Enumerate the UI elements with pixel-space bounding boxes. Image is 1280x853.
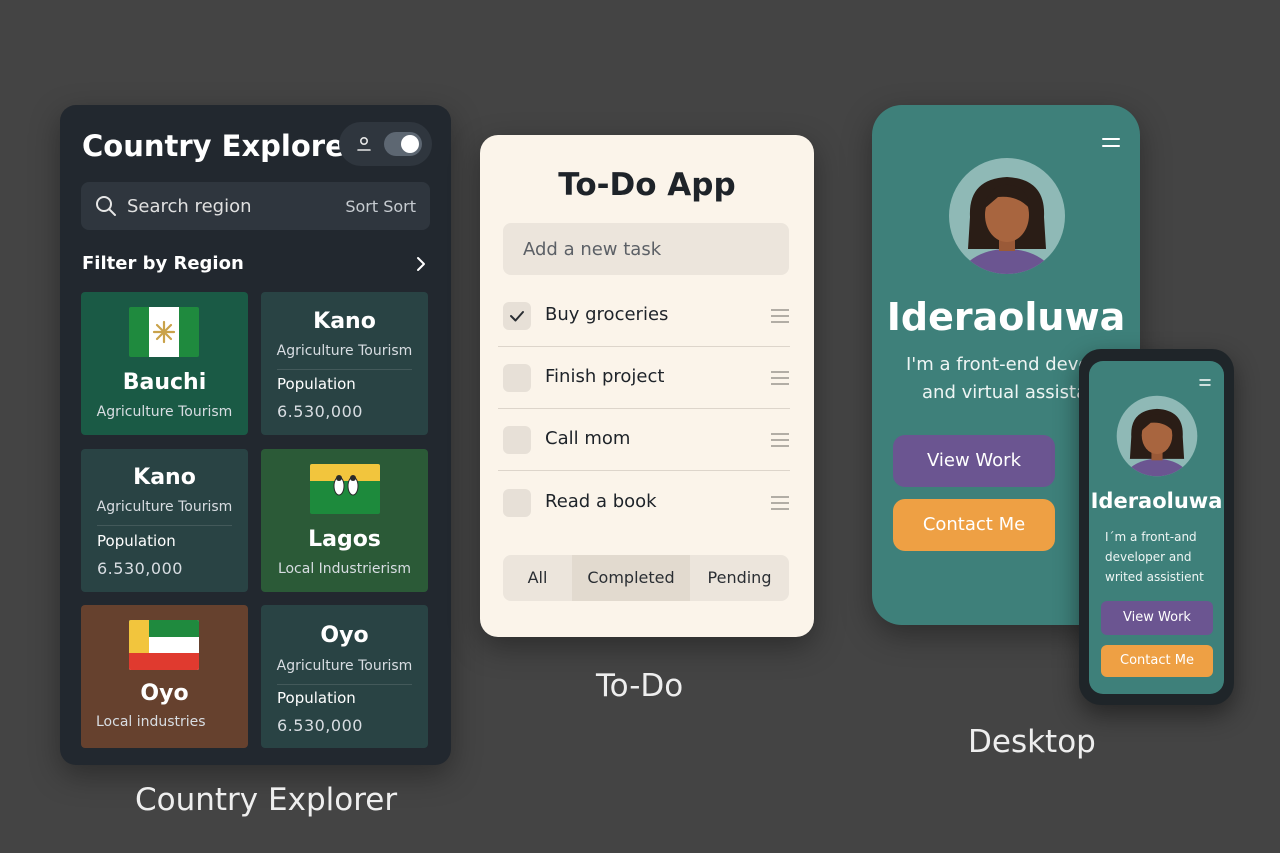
region-card-kano[interactable]: Kano Agriculture Tourism Population 6.53… bbox=[81, 449, 248, 592]
avatar bbox=[1116, 395, 1198, 477]
country-explorer-panel: Country Explorer Sort Sort Filter by Reg… bbox=[60, 105, 451, 765]
region-name: Oyo bbox=[320, 623, 369, 648]
desktop-caption: Desktop bbox=[968, 724, 1096, 760]
filter-completed-button[interactable]: Completed bbox=[572, 555, 690, 601]
mobile-view-work-button[interactable]: View Work bbox=[1101, 601, 1213, 635]
filter-all-button[interactable]: All bbox=[503, 555, 572, 601]
region-subtitle: Agriculture Tourism bbox=[276, 658, 413, 674]
region-card-kano[interactable]: Kano Agriculture Tourism Population 6.53… bbox=[261, 292, 428, 435]
population-label: Population bbox=[97, 532, 176, 550]
portfolio-mobile-phone: Ideraoluwa I´m a front-and developer and… bbox=[1079, 349, 1234, 705]
task-label: Call mom bbox=[545, 428, 631, 449]
task-checkbox[interactable] bbox=[503, 489, 531, 517]
task-label: Buy groceries bbox=[545, 304, 669, 325]
task-filter-bar: All Completed Pending bbox=[503, 555, 789, 601]
new-task-input[interactable] bbox=[503, 223, 789, 275]
task-label: Read a book bbox=[545, 491, 657, 512]
population-value: 6.530,000 bbox=[277, 402, 363, 421]
todo-title: To-Do App bbox=[558, 167, 736, 203]
population-value: 6.530,000 bbox=[97, 559, 183, 578]
population-label: Population bbox=[277, 689, 356, 707]
card-divider bbox=[97, 525, 232, 526]
task-checkbox-checked[interactable] bbox=[503, 302, 531, 330]
chevron-right-icon[interactable] bbox=[414, 255, 428, 273]
region-subtitle: Agriculture Tourism bbox=[276, 343, 413, 359]
hamburger-menu-icon[interactable] bbox=[1199, 378, 1211, 388]
contact-me-button[interactable]: Contact Me bbox=[893, 499, 1055, 551]
population-label: Population bbox=[277, 375, 356, 393]
task-checkbox[interactable] bbox=[503, 426, 531, 454]
search-bar: Sort Sort bbox=[81, 182, 430, 230]
view-work-button[interactable]: View Work bbox=[893, 435, 1055, 487]
region-subtitle: Agriculture Tourism bbox=[96, 499, 233, 515]
card-divider bbox=[277, 369, 412, 370]
drag-handle-icon[interactable] bbox=[770, 494, 790, 512]
theme-toggle[interactable] bbox=[384, 132, 422, 156]
todo-item[interactable]: Call mom bbox=[498, 409, 790, 471]
todo-app-panel: To-Do App Buy groceries Finish project C… bbox=[480, 135, 814, 637]
avatar bbox=[949, 158, 1065, 274]
region-card-lagos[interactable]: Lagos Local Industrierism bbox=[261, 449, 428, 592]
todo-caption: To-Do bbox=[596, 668, 684, 704]
filter-by-region-label: Filter by Region bbox=[82, 253, 244, 274]
checkmark-icon bbox=[510, 311, 524, 322]
sort-button[interactable]: Sort Sort bbox=[345, 197, 416, 216]
search-input[interactable] bbox=[127, 182, 337, 230]
drag-handle-icon[interactable] bbox=[770, 307, 790, 325]
filter-pending-button[interactable]: Pending bbox=[690, 555, 789, 601]
population-value: 6.530,000 bbox=[277, 716, 363, 735]
card-divider bbox=[277, 684, 412, 685]
mobile-portfolio-name: Ideraoluwa bbox=[1090, 489, 1223, 513]
portfolio-name: Ideraoluwa bbox=[886, 295, 1126, 339]
region-subtitle: Agriculture Tourism bbox=[96, 404, 233, 420]
mobile-screen: Ideraoluwa I´m a front-and developer and… bbox=[1089, 361, 1224, 694]
country-explorer-title: Country Explorer bbox=[82, 129, 360, 163]
mobile-contact-me-button[interactable]: Contact Me bbox=[1101, 645, 1213, 677]
task-divider bbox=[498, 470, 790, 471]
region-name: Kano bbox=[313, 309, 376, 334]
region-subtitle: Local industries bbox=[96, 714, 206, 730]
search-icon bbox=[96, 196, 116, 216]
oyo-flag bbox=[129, 620, 199, 670]
hamburger-menu-icon[interactable] bbox=[1101, 136, 1121, 150]
drag-handle-icon[interactable] bbox=[770, 431, 790, 449]
toggle-knob bbox=[401, 135, 419, 153]
todo-item[interactable]: Buy groceries bbox=[498, 285, 790, 347]
bauchi-flag bbox=[129, 307, 199, 357]
task-checkbox[interactable] bbox=[503, 364, 531, 392]
region-card-oyo[interactable]: Oyo Agriculture Tourism Population 6.530… bbox=[261, 605, 428, 748]
region-name: Lagos bbox=[308, 527, 381, 552]
todo-item[interactable]: Read a book bbox=[498, 472, 790, 534]
region-subtitle: Local Industrierism bbox=[277, 561, 412, 577]
region-card-bauchi[interactable]: Bauchi Agriculture Tourism bbox=[81, 292, 248, 435]
drag-handle-icon[interactable] bbox=[770, 369, 790, 387]
region-name: Oyo bbox=[140, 681, 189, 706]
mobile-portfolio-tagline: I´m a front-and developer and writed ass… bbox=[1105, 530, 1204, 584]
theme-toggle-group bbox=[339, 122, 432, 166]
lagos-flag bbox=[310, 464, 380, 514]
region-name: Bauchi bbox=[122, 370, 207, 395]
task-label: Finish project bbox=[545, 366, 665, 387]
todo-item[interactable]: Finish project bbox=[498, 347, 790, 409]
region-name: Kano bbox=[133, 465, 196, 490]
country-explorer-caption: Country Explorer bbox=[135, 782, 398, 818]
user-icon bbox=[357, 136, 371, 151]
region-card-oyo[interactable]: Oyo Local industries bbox=[81, 605, 248, 748]
